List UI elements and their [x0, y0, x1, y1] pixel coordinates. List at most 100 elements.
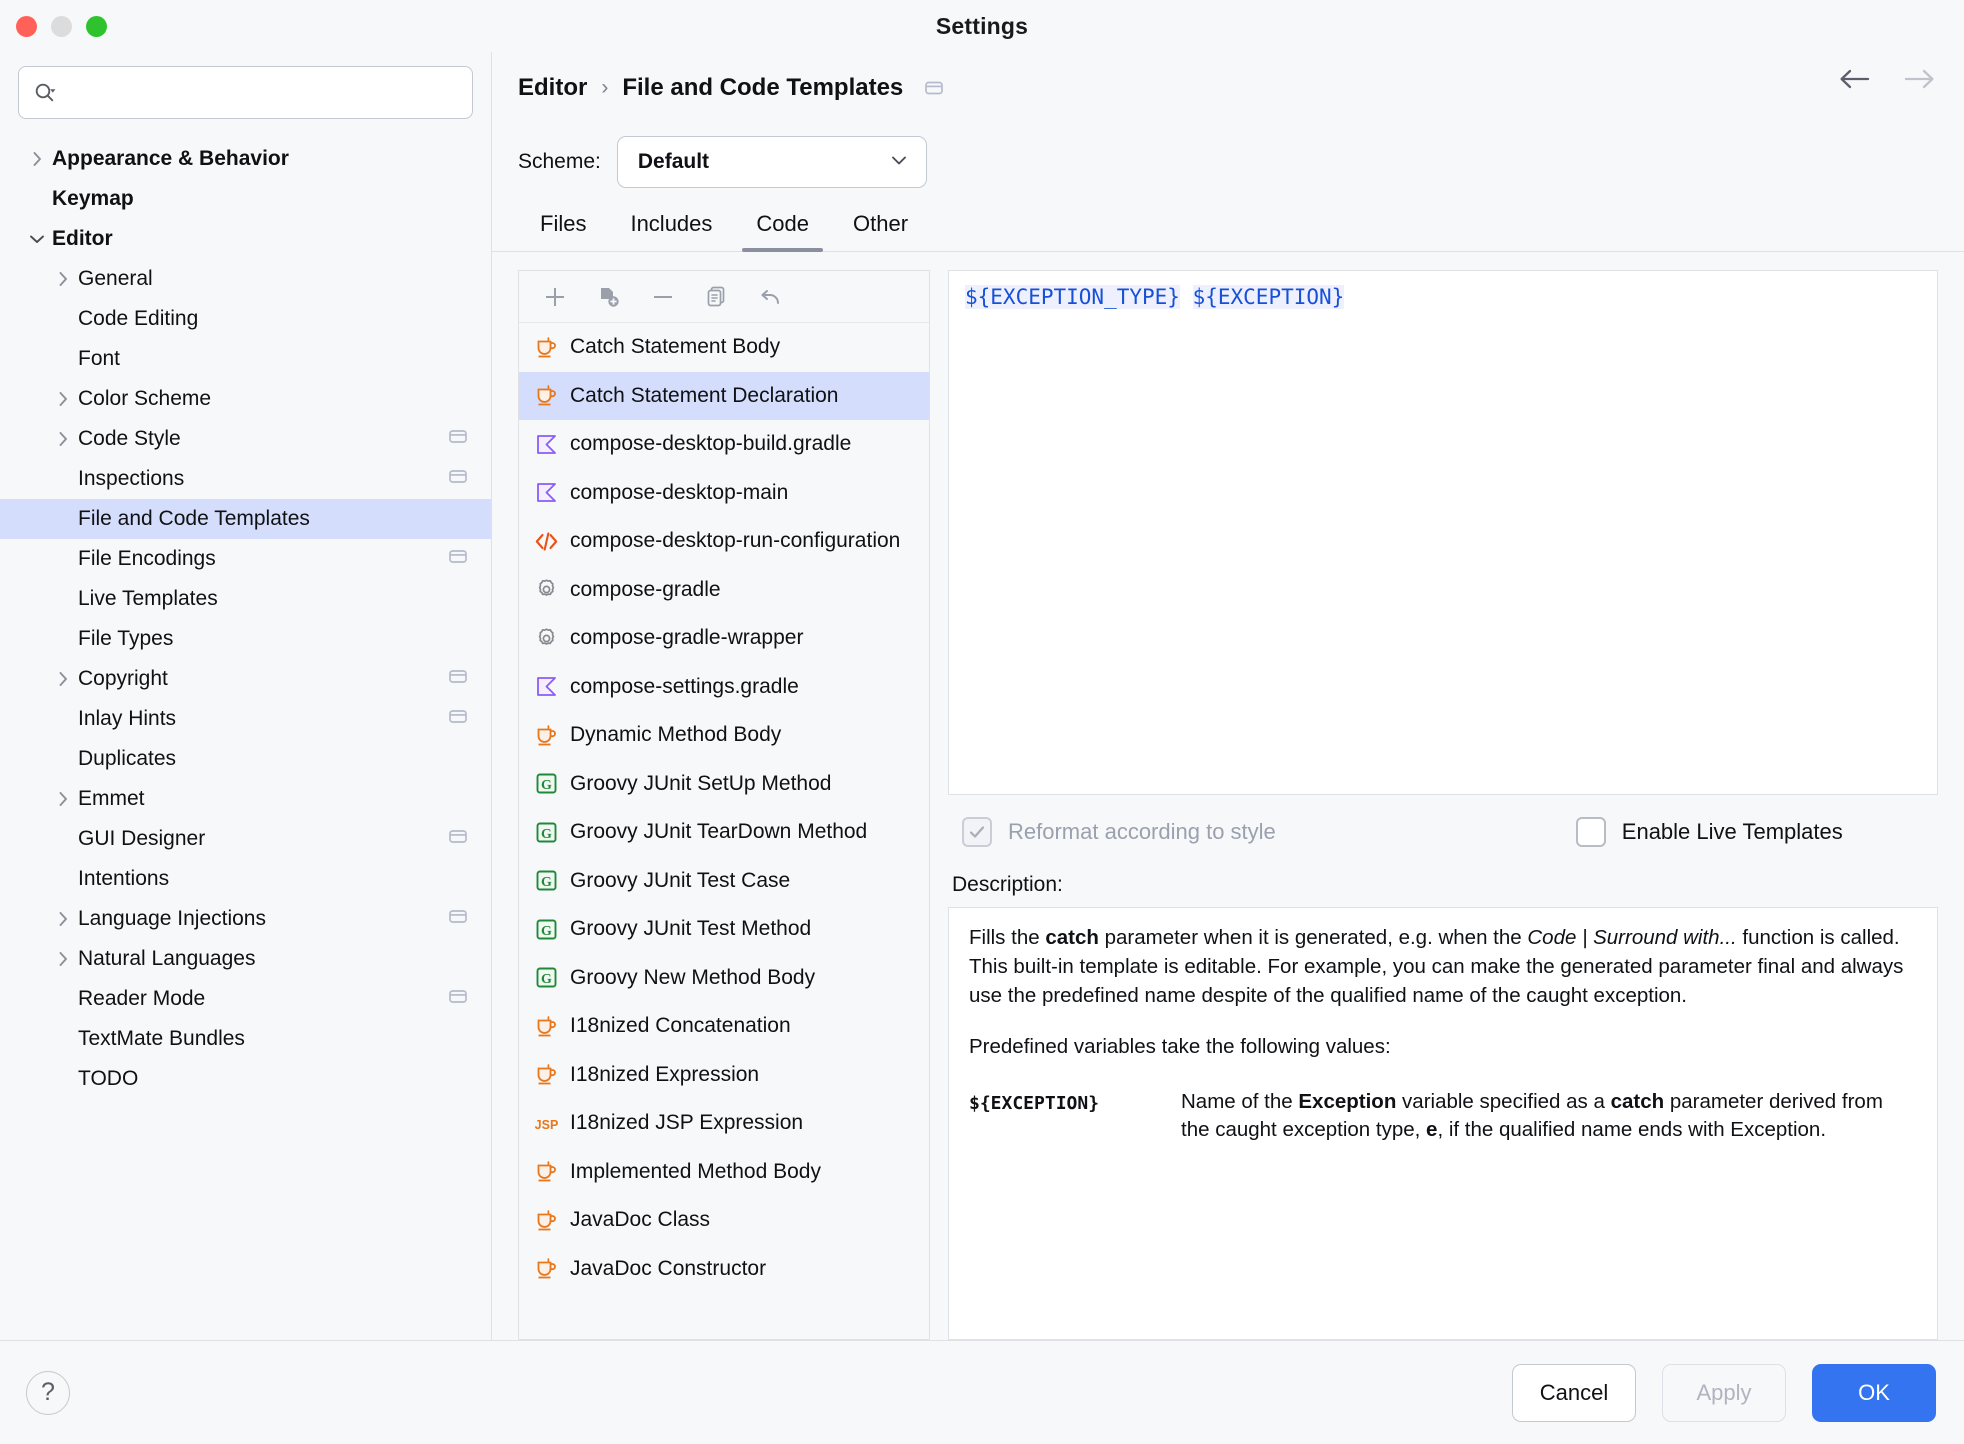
template-list-item[interactable]: JavaDoc Class — [519, 1196, 929, 1245]
sidebar-item-file-and-code-templates[interactable]: File and Code Templates — [0, 499, 491, 539]
template-list-item[interactable]: compose-desktop-build.gradle — [519, 420, 929, 469]
live-templates-checkbox-row[interactable]: Enable Live Templates — [1575, 817, 1843, 847]
template-list-item[interactable]: JSP I18nized JSP Expression — [519, 1099, 929, 1148]
sidebar-item-todo[interactable]: TODO — [0, 1059, 491, 1099]
template-code-editor[interactable]: ${EXCEPTION_TYPE} ${EXCEPTION} — [948, 270, 1938, 795]
sidebar-item-editor[interactable]: Editor — [0, 219, 491, 259]
minimize-button[interactable] — [51, 16, 72, 37]
kotlin-icon — [533, 431, 559, 457]
add-template-button[interactable] — [541, 283, 569, 311]
chevron-right-icon[interactable] — [48, 789, 78, 809]
sidebar-item-color-scheme[interactable]: Color Scheme — [0, 379, 491, 419]
sidebar-item-emmet[interactable]: Emmet — [0, 779, 491, 819]
cancel-button[interactable]: Cancel — [1512, 1363, 1636, 1422]
template-list-item[interactable]: G Groovy JUnit SetUp Method — [519, 760, 929, 809]
sidebar-item-language-injections[interactable]: Language Injections — [0, 899, 491, 939]
template-list-item[interactable]: compose-gradle — [519, 566, 929, 615]
apply-button[interactable]: Apply — [1662, 1363, 1786, 1422]
template-list-item[interactable]: JavaDoc Constructor — [519, 1245, 929, 1294]
reformat-checkbox[interactable] — [962, 817, 992, 847]
template-list-item[interactable]: compose-settings.gradle — [519, 663, 929, 712]
template-tabs[interactable]: Files Includes Code Other — [492, 190, 1964, 252]
variable-row: ${EXCEPTION} Name of the Exception varia… — [969, 1088, 1917, 1146]
template-list-item[interactable]: G Groovy JUnit TearDown Method — [519, 808, 929, 857]
sidebar-item-textmate-bundles[interactable]: TextMate Bundles — [0, 1019, 491, 1059]
template-list-item[interactable]: Catch Statement Declaration — [519, 371, 929, 420]
sidebar-item-gui-designer[interactable]: GUI Designer — [0, 819, 491, 859]
forward-arrow-icon[interactable] — [1902, 66, 1938, 97]
sidebar-item-copyright[interactable]: Copyright — [0, 659, 491, 699]
settings-tree[interactable]: Appearance & Behavior Keymap Editor General… — [0, 137, 491, 1340]
tab-includes[interactable]: Includes — [608, 211, 734, 251]
variables-spacer — [969, 1062, 1917, 1084]
ok-button[interactable]: OK — [1812, 1363, 1936, 1422]
sidebar-item-duplicates[interactable]: Duplicates — [0, 739, 491, 779]
sidebar-item-code-editing[interactable]: Code Editing — [0, 299, 491, 339]
sidebar-item-file-types[interactable]: File Types — [0, 619, 491, 659]
chevron-right-icon[interactable] — [48, 429, 78, 449]
chevron-right-icon[interactable] — [22, 149, 52, 169]
remove-template-button[interactable] — [649, 283, 677, 311]
template-list-item[interactable]: Implemented Method Body — [519, 1148, 929, 1197]
svg-text:G: G — [541, 924, 552, 939]
breadcrumb-item-1: File and Code Templates — [622, 74, 904, 101]
chevron-right-icon[interactable] — [48, 909, 78, 929]
project-scope-icon — [447, 426, 469, 453]
desc-p1-c: function is called. — [1736, 926, 1900, 949]
sidebar-item-inlay-hints[interactable]: Inlay Hints — [0, 699, 491, 739]
search-input[interactable] — [63, 81, 458, 104]
template-list-item[interactable]: Dynamic Method Body — [519, 711, 929, 760]
sidebar-item-natural-languages[interactable]: Natural Languages — [0, 939, 491, 979]
search-box[interactable] — [18, 66, 473, 119]
chevron-right-icon[interactable] — [48, 269, 78, 289]
gear-icon — [533, 577, 559, 603]
sidebar-item-file-encodings[interactable]: File Encodings — [0, 539, 491, 579]
sidebar-item-font[interactable]: Font — [0, 339, 491, 379]
sidebar-item-live-templates[interactable]: Live Templates — [0, 579, 491, 619]
project-scope-icon — [447, 706, 469, 733]
copy-template-button[interactable] — [703, 283, 731, 311]
template-list-item[interactable]: compose-desktop-run-configuration — [519, 517, 929, 566]
java-icon — [533, 1062, 559, 1088]
sidebar-item-general[interactable]: General — [0, 259, 491, 299]
sidebar-item-code-style[interactable]: Code Style — [0, 419, 491, 459]
chevron-right-icon[interactable] — [48, 949, 78, 969]
template-list-item[interactable]: I18nized Expression — [519, 1051, 929, 1100]
back-arrow-icon[interactable] — [1836, 66, 1872, 97]
project-scope-icon — [447, 826, 469, 853]
live-templates-checkbox[interactable] — [1575, 817, 1606, 847]
template-list-item[interactable]: I18nized Concatenation — [519, 1002, 929, 1051]
sidebar-item-appearance-behavior[interactable]: Appearance & Behavior — [0, 139, 491, 179]
chevron-right-icon[interactable] — [48, 669, 78, 689]
reset-template-button[interactable] — [757, 283, 785, 311]
template-list-item[interactable]: G Groovy JUnit Test Case — [519, 857, 929, 906]
breadcrumb: Editor › File and Code Templates — [492, 52, 1964, 112]
close-button[interactable] — [16, 16, 37, 37]
sidebar-item-label: Editor — [52, 227, 113, 250]
scheme-select[interactable]: Default — [616, 136, 927, 188]
template-list-item[interactable]: Catch Statement Body — [519, 323, 929, 372]
sidebar-item-inspections[interactable]: Inspections — [0, 459, 491, 499]
tab-code[interactable]: Code — [734, 211, 831, 252]
tab-files[interactable]: Files — [518, 211, 608, 251]
template-list-item[interactable]: compose-desktop-main — [519, 469, 929, 518]
template-list-item[interactable]: G Groovy JUnit Test Method — [519, 905, 929, 954]
template-list-item[interactable]: compose-gradle-wrapper — [519, 614, 929, 663]
add-child-template-button[interactable] — [595, 283, 623, 311]
sidebar-item-label: Reader Mode — [78, 987, 206, 1010]
sidebar-item-keymap[interactable]: Keymap — [0, 179, 491, 219]
breadcrumb-item-0[interactable]: Editor — [518, 74, 587, 102]
tab-other[interactable]: Other — [831, 211, 930, 251]
template-list[interactable]: Catch Statement Body Catch Statement Decl… — [519, 323, 929, 1339]
reformat-checkbox-row[interactable]: Reformat according to style — [962, 817, 1276, 847]
sidebar-item-reader-mode[interactable]: Reader Mode — [0, 979, 491, 1019]
help-button[interactable]: ? — [26, 1370, 70, 1415]
template-list-item[interactable]: G Groovy New Method Body — [519, 954, 929, 1003]
chevron-down-icon[interactable] — [22, 229, 52, 249]
sidebar-item-intentions[interactable]: Intentions — [0, 859, 491, 899]
description-box: Fills the catch parameter when it is gen… — [948, 907, 1938, 1340]
chevron-right-icon[interactable] — [48, 389, 78, 409]
sidebar-item-label: Code Editing — [78, 307, 199, 330]
svg-text:G: G — [541, 972, 552, 987]
zoom-button[interactable] — [86, 16, 107, 37]
